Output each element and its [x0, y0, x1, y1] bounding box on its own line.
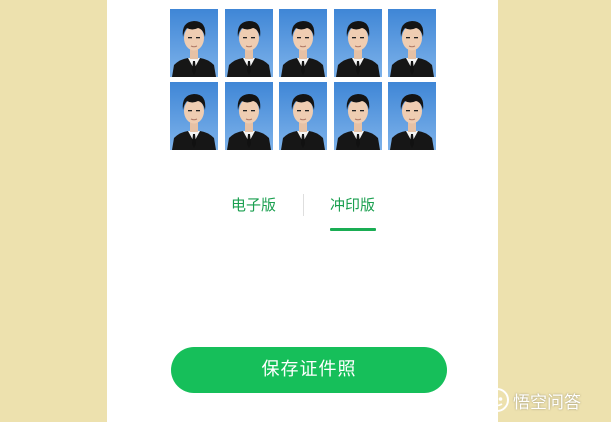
id-photo: [333, 9, 382, 77]
id-photo: [388, 9, 436, 77]
id-photo: [388, 82, 436, 150]
app-screen: 电子版 冲印版 保存证件照: [107, 0, 498, 422]
tab-divider: [303, 194, 304, 216]
watermark: 悟空问答: [484, 386, 581, 414]
wukong-logo-icon: [484, 387, 510, 413]
id-photo: [279, 9, 327, 77]
print-type-tabs: 电子版 冲印版: [107, 186, 498, 236]
watermark-text: 悟空问答: [513, 392, 581, 413]
tab-print[interactable]: 冲印版: [330, 194, 375, 216]
tab-electronic[interactable]: 电子版: [231, 194, 276, 216]
save-id-photo-button[interactable]: 保存证件照: [171, 347, 447, 393]
id-photo: [224, 82, 273, 150]
active-tab-indicator: [330, 228, 376, 231]
id-photo-sheet: [170, 9, 437, 151]
id-photo: [170, 9, 218, 77]
id-photo: [333, 82, 382, 150]
id-photo: [224, 9, 273, 77]
id-photo: [170, 82, 218, 150]
id-photo: [279, 82, 327, 150]
